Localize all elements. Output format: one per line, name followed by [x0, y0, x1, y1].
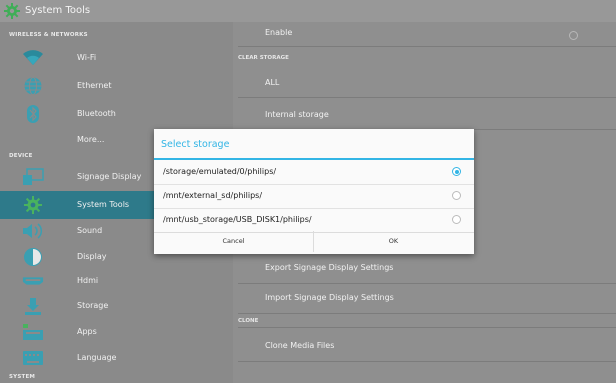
sidebar-item-ethernet[interactable]: Ethernet — [0, 72, 233, 100]
apps-icon — [22, 322, 44, 342]
sidebar-item-label: Language — [77, 353, 117, 362]
divider — [238, 361, 616, 362]
divider — [238, 97, 616, 98]
screen: System Tools WIRELESS & NETWORKS Wi-Fi E… — [0, 0, 616, 383]
sidebar-item-label: Display — [77, 252, 107, 261]
hdmi-icon — [22, 271, 44, 291]
sidebar-item-label: Storage — [77, 301, 109, 310]
divider — [238, 283, 616, 284]
internal-storage-label: Internal storage — [265, 110, 329, 119]
clone-media-label: Clone Media Files — [265, 341, 335, 350]
dialog-title: Select storage — [161, 139, 230, 150]
storage-icon — [22, 296, 44, 316]
storage-option-label: /mnt/external_sd/philips/ — [163, 191, 263, 200]
divider — [238, 313, 616, 314]
sidebar-item-label: Hdmi — [77, 276, 99, 285]
import-settings-row[interactable]: Import Signage Display Settings — [233, 288, 616, 312]
divider — [238, 327, 616, 328]
system-tools-gear-icon — [3, 2, 21, 20]
sidebar-item-hdmi[interactable]: Hdmi — [0, 267, 233, 295]
section-label-device: DEVICE — [9, 153, 33, 159]
sidebar-item-label: More... — [77, 135, 105, 144]
section-label-system: SYSTEM — [9, 374, 36, 380]
clone-media-row[interactable]: Clone Media Files — [233, 331, 616, 359]
sidebar-item-label: Apps — [77, 327, 97, 336]
export-settings-row[interactable]: Export Signage Display Settings — [233, 258, 616, 282]
clear-all-label: ALL — [265, 78, 280, 87]
bluetooth-icon — [22, 104, 44, 124]
enable-label: Enable — [265, 28, 293, 37]
brightness-icon — [22, 247, 44, 267]
radio-button[interactable] — [452, 167, 461, 176]
action-bar: System Tools — [0, 0, 616, 22]
radio-button[interactable] — [452, 191, 461, 200]
wifi-icon — [22, 48, 44, 68]
sidebar-item-storage[interactable]: Storage — [0, 292, 233, 320]
sidebar-item-label: Wi-Fi — [77, 53, 97, 62]
app-title: System Tools — [25, 5, 91, 16]
export-settings-label: Export Signage Display Settings — [265, 263, 394, 272]
sidebar-item-label: System Tools — [77, 200, 130, 209]
section-label-clear-storage: CLEAR STORAGE — [238, 55, 289, 61]
section-label-wireless: WIRELESS & NETWORKS — [9, 32, 88, 38]
divider — [238, 46, 616, 47]
gear-icon — [22, 195, 44, 215]
sidebar-item-label: Sound — [77, 226, 103, 235]
storage-option-label: /storage/emulated/0/philips/ — [163, 167, 277, 176]
sidebar-item-apps[interactable]: Apps — [0, 318, 233, 346]
sidebar-item-label: Ethernet — [77, 81, 112, 90]
section-label-clone: CLONE — [238, 318, 259, 324]
enable-row[interactable]: Enable — [233, 22, 616, 44]
internal-storage-row[interactable]: Internal storage — [233, 100, 616, 128]
globe-icon — [22, 76, 44, 96]
storage-option-internal[interactable]: /storage/emulated/0/philips/ — [154, 160, 474, 185]
sidebar-item-language[interactable]: Language — [0, 344, 233, 372]
storage-option-label: /mnt/usb_storage/USB_DISK1/philips/ — [163, 215, 312, 224]
select-storage-dialog: Select storage /storage/emulated/0/phili… — [154, 129, 474, 254]
enable-checkbox[interactable] — [569, 31, 578, 40]
speaker-icon — [22, 221, 44, 241]
radio-button[interactable] — [452, 215, 461, 224]
keyboard-icon — [22, 348, 44, 368]
ok-button[interactable]: OK — [314, 229, 473, 254]
clear-all-row[interactable]: ALL — [233, 68, 616, 96]
cancel-button[interactable]: Cancel — [154, 229, 313, 254]
sidebar-item-bluetooth[interactable]: Bluetooth — [0, 100, 233, 128]
sidebar-item-wifi[interactable]: Wi-Fi — [0, 44, 233, 72]
sidebar-item-label: Bluetooth — [77, 109, 116, 118]
display-icon — [22, 167, 44, 187]
storage-option-external-sd[interactable]: /mnt/external_sd/philips/ — [154, 184, 474, 209]
sidebar-item-label: Signage Display — [77, 172, 142, 181]
import-settings-label: Import Signage Display Settings — [265, 293, 394, 302]
